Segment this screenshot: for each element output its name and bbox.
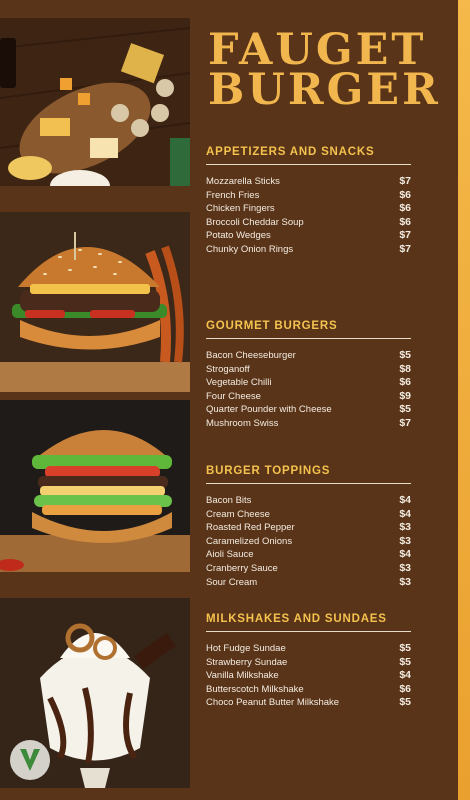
menu-item: Cream Cheese $4 [206, 508, 411, 522]
title-line-1: FAUGET [208, 25, 427, 75]
section-burger-toppings: BURGER TOPPINGS Bacon Bits $4 Cream Cheese… [206, 465, 411, 589]
menu-item-name: Sour Cream [206, 576, 258, 588]
menu-item: Mushroom Swiss $7 [206, 417, 411, 431]
menu-item-price: $5 [399, 642, 411, 654]
right-accent-strip [458, 0, 470, 800]
menu-item: Potato Wedges $7 [206, 229, 411, 243]
menu-item: Sour Cream $3 [206, 576, 411, 590]
menu-item-name: Broccoli Cheddar Soup [206, 216, 304, 228]
menu-item: Strawberry Sundae $5 [206, 656, 411, 670]
menu-item-price: $3 [399, 575, 411, 588]
menu-item-name: Strawberry Sundae [206, 656, 288, 668]
section-title: GOURMET BURGERS [206, 320, 411, 339]
menu-item-price: $7 [399, 242, 411, 255]
menu-item-name: Potato Wedges [206, 230, 271, 242]
menu-item-name: Mozzarella Sticks [206, 176, 280, 187]
menu-item-price: $7 [399, 416, 411, 429]
watermark-badge-icon [10, 740, 50, 780]
menu-item-price: $3 [399, 521, 411, 534]
menu-item-name: Caramelized Onions [206, 535, 293, 547]
menu-item: Broccoli Cheddar Soup $6 [206, 216, 411, 230]
menu-item: Vanilla Milkshake $4 [206, 669, 411, 683]
menu-item-price: $6 [399, 202, 411, 215]
menu-item: Mozzarella Sticks $7 [206, 175, 411, 189]
menu-item-name: Bacon Cheeseburger [206, 350, 296, 361]
menu-item-name: Roasted Red Pepper [206, 522, 295, 534]
menu-item-price: $6 [399, 188, 411, 201]
menu-item-name: Hot Fudge Sundae [206, 643, 286, 654]
menu-item-name: Chicken Fingers [206, 203, 275, 215]
menu-item-price: $3 [399, 534, 411, 547]
menu-item-price: $6 [399, 682, 411, 695]
menu-item-price: $4 [399, 494, 411, 506]
menu-item-price: $6 [399, 215, 411, 228]
menu-item-price: $7 [399, 229, 411, 242]
menu-item-price: $5 [399, 655, 411, 668]
menu-item-name: Mushroom Swiss [206, 417, 279, 429]
menu-item-price: $5 [399, 349, 411, 361]
menu-item: Cranberry Sauce $3 [206, 562, 411, 576]
menu-item: Vegetable Chilli $6 [206, 376, 411, 390]
burger-photo [0, 212, 190, 392]
menu-item-price: $4 [399, 548, 411, 561]
section-gourmet-burgers: GOURMET BURGERS Bacon Cheeseburger $5 Stro… [206, 320, 411, 431]
section-title: BURGER TOPPINGS [206, 465, 411, 484]
menu-page: FAUGET BURGER APPETIZERS AND SNACKS Mozz… [0, 0, 470, 800]
menu-item-price: $8 [399, 362, 411, 375]
menu-item-price: $4 [399, 507, 411, 520]
menu-item-price: $4 [399, 669, 411, 682]
menu-item-name: French Fries [206, 189, 260, 201]
menu-item: Stroganoff $8 [206, 363, 411, 377]
section-appetizers: APPETIZERS AND SNACKS Mozzarella Sticks $… [206, 146, 411, 257]
menu-item: Four Cheese $9 [206, 390, 411, 404]
menu-item: Roasted Red Pepper $3 [206, 521, 411, 535]
section-title: APPETIZERS AND SNACKS [206, 146, 411, 165]
menu-item-name: Butterscotch Milkshake [206, 683, 304, 695]
menu-item-name: Cream Cheese [206, 508, 270, 520]
menu-item: Aioli Sauce $4 [206, 548, 411, 562]
menu-list: Bacon Bits $4 Cream Cheese $4 Roasted Red Pe… [206, 494, 411, 589]
menu-item-name: Chunky Onion Rings [206, 243, 294, 255]
menu-item: Bacon Bits $4 [206, 494, 411, 508]
menu-item: Caramelized Onions $3 [206, 535, 411, 549]
menu-list: Hot Fudge Sundae $5 Strawberry Sundae $5 Van… [206, 642, 411, 710]
title-line-2: BURGER [208, 65, 441, 115]
menu-item-name: Stroganoff [206, 363, 250, 375]
menu-item-price: $5 [399, 403, 411, 416]
restaurant-title: FAUGET BURGER [208, 25, 441, 115]
menu-item-price: $9 [399, 389, 411, 402]
menu-item-name: Bacon Bits [206, 495, 252, 506]
menu-item-price: $3 [399, 561, 411, 574]
menu-item: Choco Peanut Butter Milkshake $5 [206, 696, 411, 710]
menu-item: Bacon Cheeseburger $5 [206, 349, 411, 363]
stacked-burger-photo [0, 400, 190, 572]
section-title: MILKSHAKES AND SUNDAES [206, 613, 411, 632]
menu-item-name: Cranberry Sauce [206, 562, 278, 574]
menu-item-name: Four Cheese [206, 390, 261, 402]
menu-item-price: $5 [399, 696, 411, 709]
menu-item-price: $7 [399, 175, 411, 187]
menu-item: Chunky Onion Rings $7 [206, 243, 411, 257]
menu-item: Quarter Pounder with Cheese $5 [206, 403, 411, 417]
menu-item-name: Choco Peanut Butter Milkshake [206, 697, 340, 709]
menu-item-name: Vanilla Milkshake [206, 670, 279, 682]
snacks-photo [0, 18, 190, 186]
menu-item-price: $6 [399, 376, 411, 389]
menu-item: French Fries $6 [206, 189, 411, 203]
menu-item: Chicken Fingers $6 [206, 202, 411, 216]
menu-item: Hot Fudge Sundae $5 [206, 642, 411, 656]
menu-item: Butterscotch Milkshake $6 [206, 683, 411, 697]
menu-list: Mozzarella Sticks $7 French Fries $6 Chicken… [206, 175, 411, 257]
section-milkshakes-sundaes: MILKSHAKES AND SUNDAES Hot Fudge Sundae $… [206, 613, 411, 710]
menu-item-name: Aioli Sauce [206, 549, 254, 561]
menu-item-name: Vegetable Chilli [206, 377, 272, 389]
menu-item-name: Quarter Pounder with Cheese [206, 404, 332, 416]
menu-list: Bacon Cheeseburger $5 Stroganoff $8 Vegetabl… [206, 349, 411, 431]
